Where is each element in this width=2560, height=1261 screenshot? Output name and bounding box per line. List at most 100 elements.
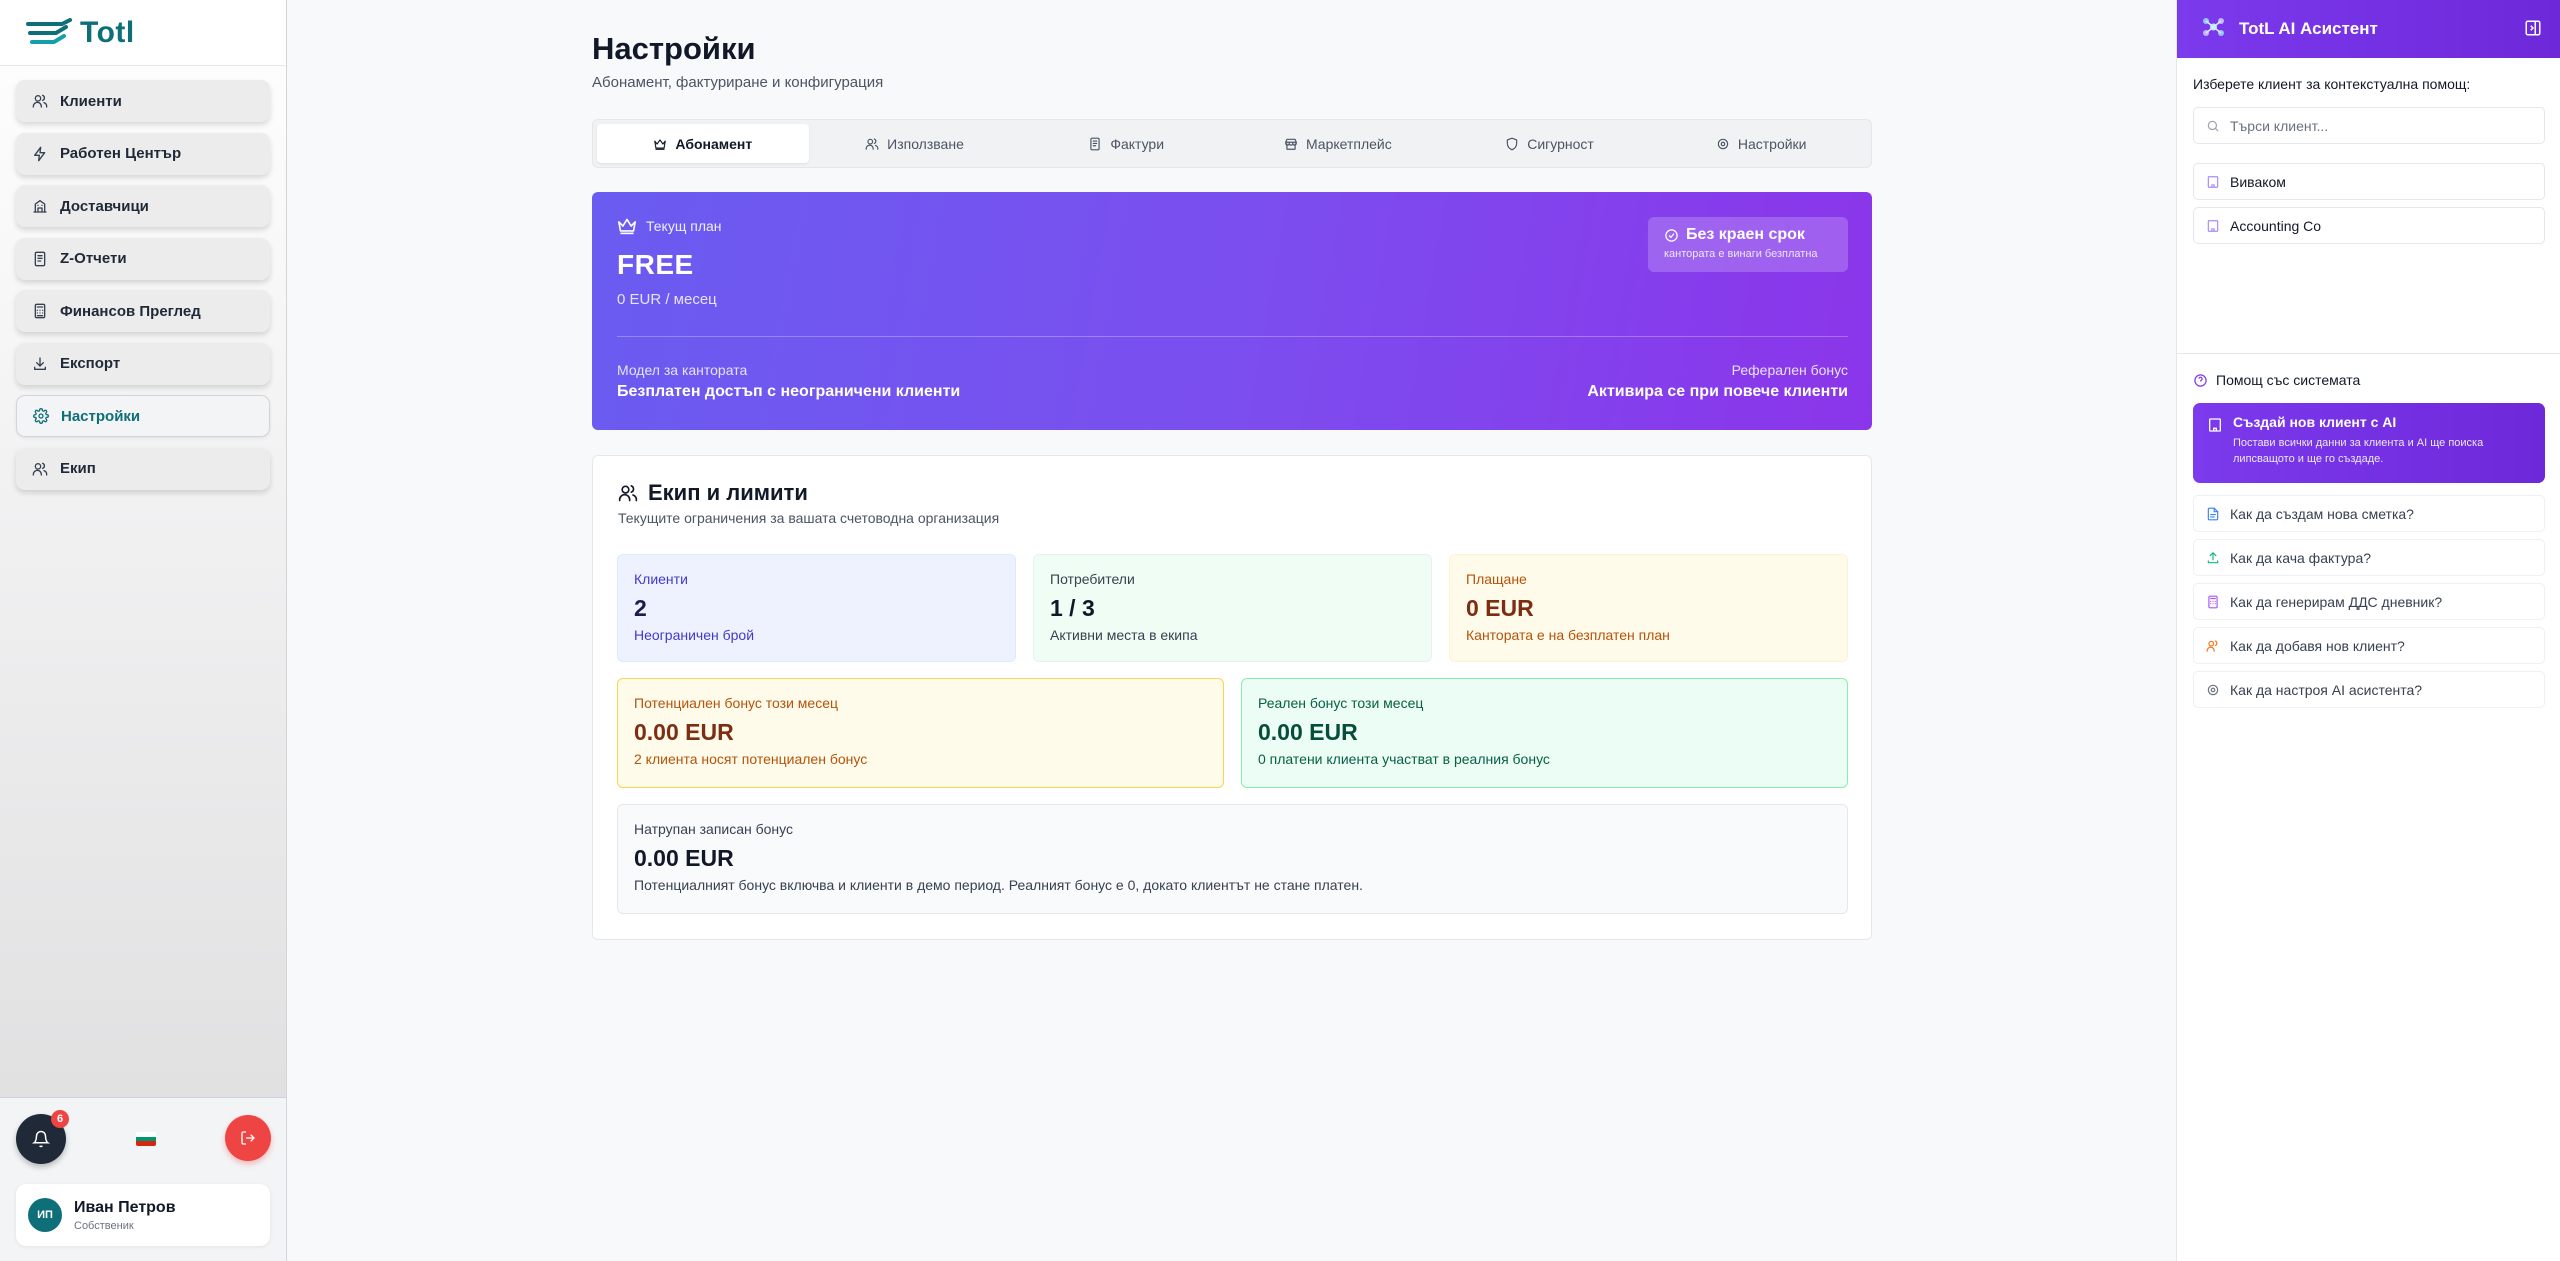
- building-icon: [32, 198, 48, 214]
- team-icon: [32, 461, 48, 477]
- bot-icon: [2201, 16, 2227, 43]
- stat-label: Потребители: [1050, 571, 1135, 587]
- tab-subscription[interactable]: Абонамент: [597, 124, 809, 163]
- user-profile[interactable]: ИП Иван Петров Собственик: [16, 1184, 270, 1246]
- client-name: Accounting Co: [2230, 217, 2322, 234]
- stat-label: Потенциален бонус този месец: [634, 695, 839, 711]
- brand[interactable]: Totl: [0, 0, 286, 66]
- users-icon: [2206, 639, 2218, 652]
- crown-icon: [654, 138, 667, 150]
- client-search[interactable]: [2193, 107, 2545, 144]
- page-title: Настройки: [592, 31, 756, 66]
- help-item-label: Как да създам нова сметка?: [2230, 505, 2414, 522]
- referral-label: Реферален бонус: [1731, 362, 1848, 378]
- tab-invoices[interactable]: Фактури: [1020, 124, 1232, 163]
- help-item-create-account[interactable]: Как да създам нова сметка?: [2193, 495, 2545, 532]
- sidebar-nav: Клиенти Работен Център Доставчици Z-Отче…: [0, 66, 286, 490]
- building-icon: [2207, 219, 2219, 232]
- crown-icon: [617, 218, 636, 235]
- sidebar-item-label: Експорт: [60, 355, 121, 372]
- brand-name: Totl: [80, 15, 135, 49]
- client-item[interactable]: Виваком: [2193, 163, 2545, 200]
- check-circle-icon: [1665, 228, 1678, 242]
- totl-logo-icon: [26, 17, 72, 44]
- bolt-icon: [32, 146, 48, 162]
- stat-label: Натрупан записан бонус: [634, 821, 794, 837]
- sidebar-item-clients[interactable]: Клиенти: [16, 80, 270, 122]
- plan-name: FREE: [617, 249, 694, 280]
- sidebar-footer: 6 ИП Иван Петров Собственик: [0, 1097, 286, 1261]
- sidebar-item-label: Клиенти: [60, 92, 122, 110]
- avatar: ИП: [28, 1198, 62, 1232]
- section-subtitle: Текущите ограничения за вашата счетоводн…: [618, 510, 1000, 526]
- plan-label-text: Текущ план: [646, 218, 722, 234]
- help-section-title-text: Помощ със системата: [2216, 372, 2361, 388]
- help-section-title: Помощ със системата: [2193, 372, 2360, 388]
- users-icon: [32, 93, 48, 109]
- client-name: Виваком: [2230, 173, 2286, 190]
- stat-note: Кантората е на безплатен план: [1466, 627, 1670, 643]
- section-title-text: Екип и лимити: [648, 480, 808, 505]
- sidebar-item-finance[interactable]: Финансов Преглед: [16, 290, 270, 332]
- notification-badge: 6: [51, 1110, 69, 1128]
- help-item-label: Как да добавя нов клиент?: [2230, 637, 2405, 654]
- sidebar-item-team[interactable]: Екип: [16, 447, 270, 490]
- tab-usage[interactable]: Използване: [809, 124, 1021, 163]
- plan-badge-title-text: Без краен срок: [1686, 226, 1805, 243]
- sidebar-item-work-center[interactable]: Работен Център: [16, 132, 270, 175]
- sidebar: Totl Клиенти Работен Център Доставчици Z…: [0, 0, 287, 1261]
- tab-marketplace[interactable]: Маркетплейс: [1232, 124, 1444, 163]
- payment-stat: Плащане 0 EUR Кантората е на безплатен п…: [1449, 554, 1848, 662]
- notifications-button[interactable]: 6: [16, 1110, 69, 1164]
- building-icon: [2209, 418, 2221, 432]
- sidebar-item-label: Работен Център: [60, 145, 182, 162]
- plan-badge-subtitle: кантората е винаги безплатна: [1664, 248, 1818, 260]
- tab-security[interactable]: Сигурност: [1444, 124, 1656, 163]
- sidebar-item-suppliers[interactable]: Доставчици: [16, 185, 270, 227]
- accumulated-bonus-stat: Натрупан записан бонус 0.00 EUR Потенциа…: [617, 804, 1848, 914]
- sidebar-item-label: Екип: [60, 460, 96, 477]
- tab-label: Абонамент: [675, 135, 753, 152]
- tab-settings[interactable]: Настройки: [1655, 124, 1867, 163]
- shield-icon: [1506, 137, 1518, 150]
- tab-label: Фактури: [1110, 135, 1165, 152]
- logout-icon: [241, 1131, 255, 1145]
- team-limits-card: Екип и лимити Текущите ограничения за ва…: [592, 455, 1872, 940]
- ai-assistant-panel: TotL AI Асистент Изберете клиент за конт…: [2176, 0, 2560, 1261]
- stat-value: 2: [634, 595, 647, 621]
- settings-tabs: Абонамент Използване Фактури Маркетплейс…: [592, 119, 1872, 168]
- page-subtitle: Абонамент, фактуриране и конфигурация: [592, 74, 884, 91]
- client-item[interactable]: Accounting Co: [2193, 207, 2545, 244]
- sidebar-item-z-reports[interactable]: Z-Отчети: [16, 237, 270, 280]
- logout-button[interactable]: [225, 1115, 271, 1161]
- stat-value: 0.00 EUR: [634, 845, 734, 871]
- create-description: Постави всички данни за клиента и AI ще …: [2233, 437, 2484, 465]
- sidebar-item-label: Доставчици: [60, 197, 149, 215]
- potential-bonus-stat: Потенциален бонус този месец 0.00 EUR 2 …: [617, 678, 1224, 788]
- upload-icon: [2207, 551, 2219, 563]
- help-item-add-client[interactable]: Как да добавя нов клиент?: [2193, 627, 2545, 664]
- stat-value: 0.00 EUR: [634, 719, 734, 745]
- help-item-vat-journal[interactable]: Как да генерирам ДДС дневник?: [2193, 583, 2545, 620]
- users-icon: [865, 137, 879, 150]
- calculator-icon: [2208, 595, 2218, 608]
- stat-note: 0 платени клиента участват в реалния бон…: [1258, 751, 1550, 767]
- sidebar-item-settings[interactable]: Настройки: [16, 395, 270, 437]
- help-item-upload-invoice[interactable]: Как да кача фактура?: [2193, 539, 2545, 576]
- search-icon: [2207, 120, 2219, 132]
- panel-collapse-icon: [2525, 20, 2541, 36]
- collapse-panel-button[interactable]: [2524, 19, 2544, 39]
- help-item-configure-ai[interactable]: Как да настроя AI асистента?: [2193, 671, 2545, 708]
- help-circle-icon: [2194, 373, 2207, 387]
- users-stat: Потребители 1 / 3 Активни места в екипа: [1033, 554, 1432, 662]
- real-bonus-stat: Реален бонус този месец 0.00 EUR 0 плате…: [1241, 678, 1848, 788]
- language-flag-icon[interactable]: [136, 1132, 156, 1146]
- help-item-label: Как да генерирам ДДС дневник?: [2230, 593, 2443, 610]
- gear-icon: [2207, 684, 2219, 695]
- plan-term-badge: Без краен срок кантората е винаги безпла…: [1648, 217, 1848, 272]
- stat-note: Активни места в екипа: [1050, 627, 1198, 643]
- sidebar-item-export[interactable]: Експорт: [16, 342, 270, 385]
- stat-label: Клиенти: [634, 571, 688, 587]
- create-client-ai-button[interactable]: Създай нов клиент с AI Постави всички да…: [2193, 403, 2545, 483]
- client-search-input[interactable]: [2230, 117, 2530, 134]
